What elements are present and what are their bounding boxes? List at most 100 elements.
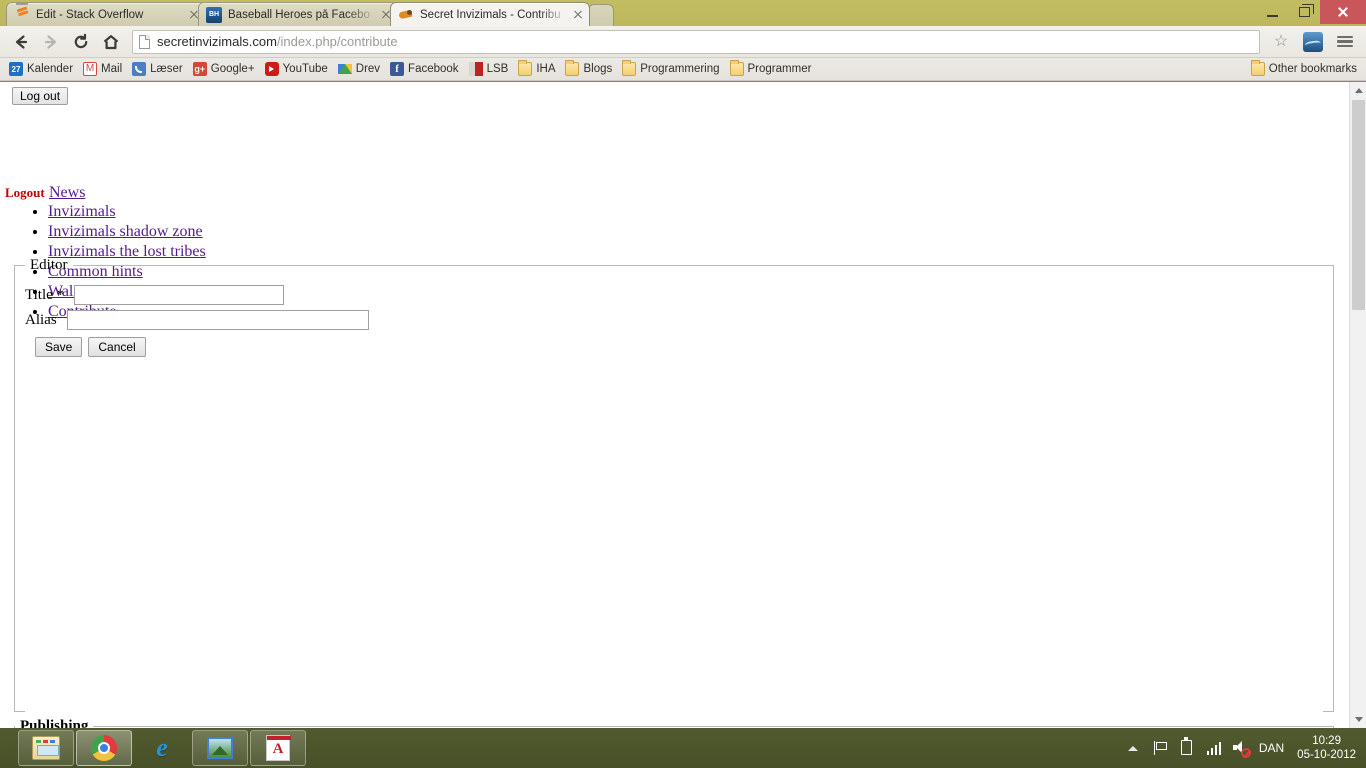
reader-icon: [132, 62, 147, 76]
nav-link-news[interactable]: News: [49, 184, 85, 202]
tab-strip: Edit - Stack Overflow BH Baseball Heroes…: [0, 0, 1366, 26]
tab-secret-invizimals[interactable]: Secret Invizimals - Contribu: [390, 2, 590, 26]
back-icon[interactable]: [6, 27, 36, 57]
bookmark-drev[interactable]: Drev: [333, 61, 385, 77]
tab-close-icon[interactable]: [571, 8, 585, 22]
google-drive-icon: [337, 62, 352, 76]
scroll-up-arrow-icon[interactable]: [1350, 82, 1366, 99]
other-bookmarks-folder[interactable]: Other bookmarks: [1246, 60, 1362, 77]
bookmark-label: Programmer: [747, 63, 812, 75]
taskbar-adobe-reader[interactable]: A: [250, 730, 306, 766]
folder-icon: [518, 60, 533, 76]
chrome-browser-window: Edit - Stack Overflow BH Baseball Heroes…: [0, 0, 1366, 728]
system-tray: DAN 10:29 05-10-2012: [1124, 734, 1366, 762]
chrome-menu-icon[interactable]: [1330, 27, 1360, 57]
calendar-icon: 27: [9, 62, 23, 76]
taskbar-internet-explorer[interactable]: e: [134, 730, 190, 766]
tab-title: Baseball Heroes på Facebo: [228, 8, 370, 21]
editor-button-row: Save Cancel: [25, 337, 1323, 357]
invizimals-icon: [398, 7, 414, 23]
bookmark-folder-blogs[interactable]: Blogs: [560, 60, 617, 77]
folder-icon: [729, 60, 744, 76]
bookmark-label: Kalender: [27, 63, 74, 75]
bookmark-label: IHA: [536, 63, 556, 75]
tab-stack-overflow[interactable]: Edit - Stack Overflow: [6, 2, 206, 26]
bookmark-laeser[interactable]: Læser: [127, 61, 188, 77]
nav-link-invizimals[interactable]: Invizimals: [48, 203, 116, 220]
show-hidden-icons-button[interactable]: [1124, 739, 1142, 757]
save-button[interactable]: Save: [35, 337, 83, 357]
folder-icon: [1250, 60, 1265, 76]
bookmark-lsb[interactable]: LSB: [464, 61, 514, 77]
youtube-icon: [264, 62, 279, 76]
tab-title: Edit - Stack Overflow: [36, 8, 144, 21]
bookmark-label: YouTube: [282, 63, 328, 75]
maximize-button[interactable]: [1288, 0, 1320, 24]
bookmark-facebook[interactable]: f Facebook: [385, 61, 464, 77]
alias-input[interactable]: [66, 310, 369, 330]
page-scrollbar[interactable]: [1349, 82, 1366, 728]
logout-status-text: Logout: [5, 185, 45, 200]
nav-link-invizimals-shadow-zone[interactable]: Invizimals shadow zone: [48, 223, 203, 240]
tab-baseball-heroes[interactable]: BH Baseball Heroes på Facebo: [198, 2, 398, 26]
taskbar-file-explorer[interactable]: [18, 730, 74, 766]
title-field-row: Title *: [25, 285, 1323, 305]
reload-icon[interactable]: [66, 27, 96, 57]
alias-field-row: Alias: [25, 310, 1323, 330]
log-out-button[interactable]: Log out: [12, 87, 69, 105]
list-item: Invizimals: [48, 202, 206, 222]
network-signal-icon[interactable]: [1205, 739, 1223, 757]
battery-icon[interactable]: [1178, 737, 1196, 757]
publishing-fieldset: Publishing: [14, 718, 1334, 728]
bookmark-label: Drev: [355, 63, 381, 75]
close-button[interactable]: [1320, 0, 1366, 24]
bookmark-star-icon[interactable]: ☆: [1266, 27, 1296, 57]
bookmark-label: Google+: [210, 63, 255, 75]
scroll-down-arrow-icon[interactable]: [1350, 711, 1366, 728]
cancel-button[interactable]: Cancel: [88, 337, 146, 357]
windows-taskbar: e A DAN 10:29 05-10-2012: [0, 728, 1366, 768]
alias-label: Alias: [25, 311, 57, 328]
editor-content-area[interactable]: [25, 369, 1323, 719]
bookmark-google-plus[interactable]: g+ Google+: [188, 61, 260, 77]
volume-muted-icon[interactable]: [1232, 739, 1251, 758]
taskbar-photo-viewer[interactable]: [192, 730, 248, 766]
forward-icon[interactable]: [36, 27, 66, 57]
bookmark-kalender[interactable]: 27 Kalender: [4, 61, 78, 77]
editor-legend: Editor: [30, 257, 68, 273]
scrollbar-thumb[interactable]: [1352, 100, 1365, 310]
clock[interactable]: 10:29 05-10-2012: [1293, 734, 1356, 762]
minimize-button[interactable]: [1256, 0, 1288, 24]
google-plus-icon: g+: [192, 62, 207, 76]
taskbar-google-chrome[interactable]: [76, 730, 132, 766]
address-bar[interactable]: secretinvizimals.com/index.php/contribut…: [132, 29, 1260, 54]
bookmark-label: Facebook: [408, 63, 459, 75]
list-item: Invizimals shadow zone: [48, 222, 206, 242]
new-tab-button[interactable]: [588, 4, 614, 26]
title-input[interactable]: [74, 285, 285, 305]
url-path: /index.php/contribute: [276, 34, 398, 49]
home-icon[interactable]: [96, 27, 126, 57]
lsb-icon: [468, 62, 483, 76]
bookmark-folder-iha[interactable]: IHA: [513, 60, 560, 77]
bookmark-label: Læser: [150, 63, 183, 75]
bookmark-youtube[interactable]: YouTube: [260, 61, 333, 77]
bookmark-mail[interactable]: M Mail: [78, 61, 127, 77]
publishing-legend: Publishing: [20, 718, 89, 728]
folder-icon: [565, 60, 580, 76]
page-document-icon: [139, 34, 150, 49]
bookmark-folder-programmer[interactable]: Programmer: [725, 60, 817, 77]
toolbar-right-actions: ☆: [1266, 27, 1360, 57]
chart-extension-icon[interactable]: [1298, 27, 1328, 57]
clock-date: 05-10-2012: [1297, 749, 1356, 761]
bookmark-label: LSB: [486, 63, 509, 75]
folder-icon: [622, 60, 637, 76]
action-center-flag-icon[interactable]: [1151, 739, 1169, 757]
browser-toolbar: secretinvizimals.com/index.php/contribut…: [0, 26, 1366, 58]
title-label: Title *: [25, 286, 65, 303]
bookmark-folder-programmering[interactable]: Programmering: [617, 60, 724, 77]
baseball-heroes-icon: BH: [206, 6, 222, 23]
window-controls: [1256, 0, 1366, 26]
language-indicator[interactable]: DAN: [1259, 741, 1284, 755]
web-page-content: Log out Logout News Invizimals Invizimal…: [0, 82, 1349, 728]
